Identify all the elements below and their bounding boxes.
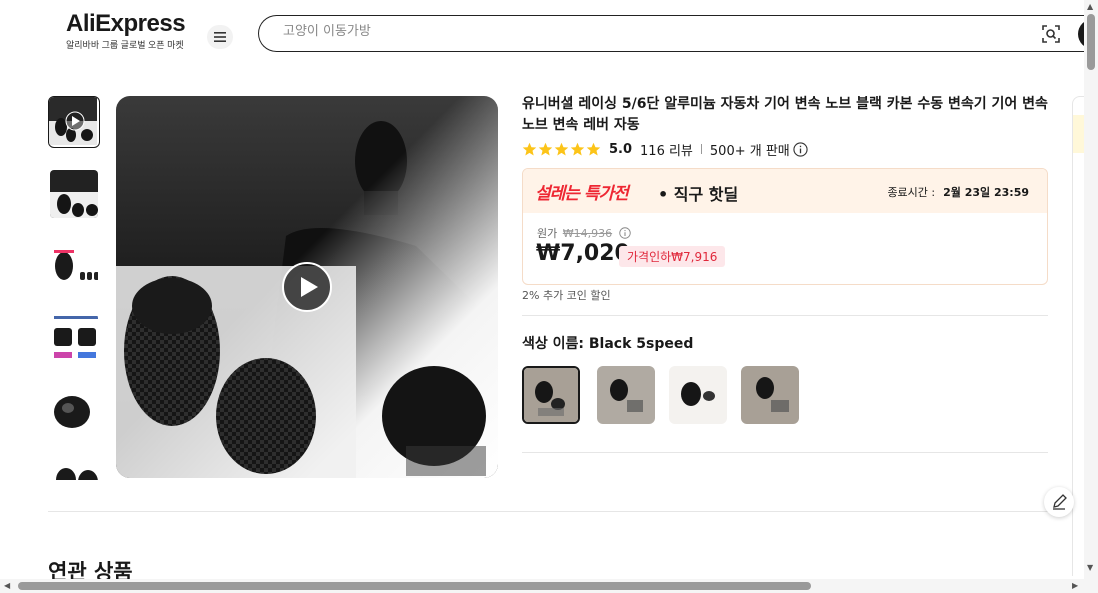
image-search-icon[interactable] xyxy=(1041,24,1061,44)
separator xyxy=(700,144,702,154)
color-swatch[interactable] xyxy=(669,366,727,424)
menu-icon[interactable] xyxy=(207,25,233,49)
deal-brand: 설레는 특가전 xyxy=(535,184,629,204)
color-swatch[interactable] xyxy=(597,366,655,424)
color-option-label: 색상 이름: Black 5speed xyxy=(522,336,694,352)
edit-icon[interactable] xyxy=(1044,487,1074,517)
thumbnail-image[interactable] xyxy=(48,168,100,220)
divider xyxy=(522,315,1048,316)
deal-header: 설레는 특가전 • 직구 핫딜 종료시간 : 2월 23일 23:59 xyxy=(523,169,1047,213)
coin-discount: 2% 추가 코인 할인 xyxy=(522,289,611,302)
original-price-row: 원가 ₩14,936 xyxy=(537,225,631,241)
thumbnail-list xyxy=(48,96,102,480)
original-price-label: 원가 xyxy=(537,227,558,240)
original-price: ₩14,936 xyxy=(562,227,613,240)
scroll-left-icon[interactable]: ◀ xyxy=(4,581,10,590)
divider xyxy=(522,452,1048,453)
star-rating xyxy=(522,142,601,157)
product-title: 유니버셜 레이싱 5/6단 알루미늄 자동차 기어 변속 노브 블랙 카본 수동… xyxy=(522,96,1048,133)
deal-subtitle: • 직구 핫딜 xyxy=(658,185,739,204)
vertical-scrollbar[interactable]: ▲ ▼ xyxy=(1084,0,1098,593)
star-icon xyxy=(522,142,537,155)
horizontal-scroll-thumb[interactable] xyxy=(18,582,811,590)
color-swatch-selected[interactable] xyxy=(522,366,580,424)
main-product-image[interactable] xyxy=(116,96,498,478)
star-icon xyxy=(538,142,553,155)
vertical-scroll-thumb[interactable] xyxy=(1087,14,1095,70)
deal-end-label: 종료시간 : xyxy=(887,186,936,199)
header: AliExpress 알리바바 그룹 글로벌 오픈 마켓 xyxy=(0,0,1098,70)
search-input[interactable] xyxy=(281,23,981,40)
rating-row: 5.0 116 리뷰 500+ 개 판매 xyxy=(522,139,808,159)
review-count[interactable]: 116 리뷰 xyxy=(640,140,693,159)
scroll-down-icon[interactable]: ▼ xyxy=(1087,563,1093,572)
deal-end-time: 종료시간 : 2월 23일 23:59 xyxy=(887,184,1029,200)
rating-value: 5.0 xyxy=(609,141,633,157)
sale-price: ₩7,020 xyxy=(536,241,630,266)
logo-text: AliExpress xyxy=(66,10,186,37)
thumbnail-image[interactable] xyxy=(48,384,100,436)
deal-end-value: 2월 23일 23:59 xyxy=(943,186,1029,199)
scroll-right-icon[interactable]: ▶ xyxy=(1072,581,1078,590)
aliexpress-logo[interactable]: AliExpress 알리바바 그룹 글로벌 오픈 마켓 xyxy=(66,10,186,51)
discount-badge: 가격인하₩7,916 xyxy=(619,246,726,267)
star-icon xyxy=(586,142,601,155)
section-divider xyxy=(48,511,1068,512)
sold-count: 500+ 개 판매 xyxy=(709,143,790,159)
search-bar xyxy=(258,15,1098,52)
horizontal-scrollbar[interactable]: ◀ ▶ xyxy=(0,579,1084,593)
thumbnail-image[interactable] xyxy=(48,240,100,292)
logo-subtitle: 알리바바 그룹 글로벌 오픈 마켓 xyxy=(66,40,184,50)
deal-box: 설레는 특가전 • 직구 핫딜 종료시간 : 2월 23일 23:59 원가 ₩1… xyxy=(522,168,1048,285)
thumbnail-image[interactable] xyxy=(48,312,100,364)
scroll-up-icon[interactable]: ▲ xyxy=(1087,2,1093,11)
thumbnail-video[interactable] xyxy=(48,96,100,148)
info-icon[interactable] xyxy=(618,227,631,239)
star-icon xyxy=(570,142,585,155)
info-icon[interactable] xyxy=(793,141,808,157)
star-icon xyxy=(554,142,569,155)
thumbnail-image[interactable] xyxy=(48,456,100,480)
color-swatch[interactable] xyxy=(741,366,799,424)
play-video-button[interactable] xyxy=(282,262,332,312)
